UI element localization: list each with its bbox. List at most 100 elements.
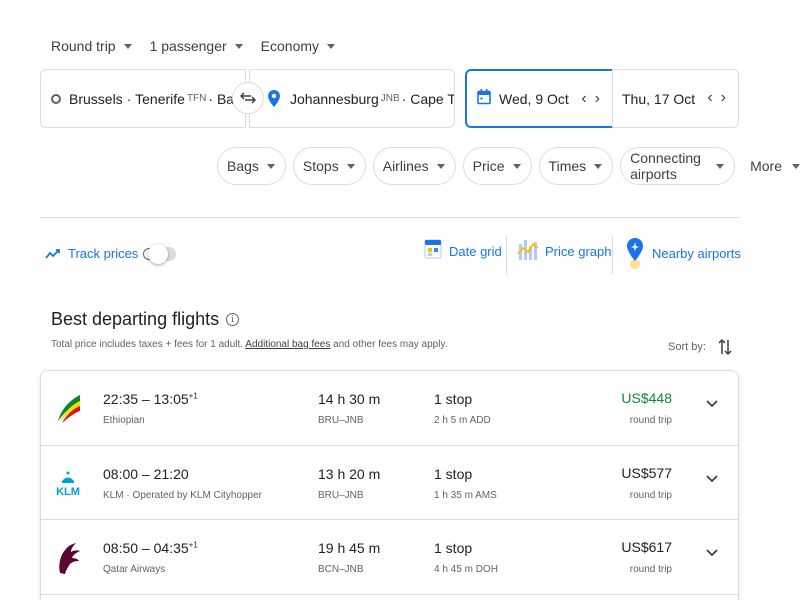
- flight-price: US$617: [621, 539, 672, 555]
- flight-times: 08:00 – 21:20: [103, 465, 189, 482]
- separator-dot: ·: [208, 90, 217, 107]
- swap-locations-button[interactable]: [232, 82, 264, 114]
- layover-info: 2 h 5 m ADD: [434, 415, 491, 426]
- swap-arrows-icon: [240, 92, 256, 104]
- departure-date-field[interactable]: Wed, 9 Oct ‹ ›: [465, 69, 614, 128]
- chevron-left-icon[interactable]: ‹: [707, 89, 712, 107]
- return-date: Thu, 17 Oct: [622, 90, 696, 107]
- svg-text:KLM: KLM: [56, 486, 80, 498]
- flight-route: BCN–JNB: [318, 564, 364, 575]
- flight-duration: 13 h 20 m: [318, 465, 381, 482]
- chevron-down-icon: [716, 163, 725, 169]
- chevron-down-icon: [327, 43, 336, 49]
- chevron-left-icon[interactable]: ‹: [581, 90, 586, 108]
- price-graph-label: Price graph: [545, 243, 612, 259]
- flight-duration: 14 h 30 m: [318, 391, 381, 407]
- origin-field[interactable]: Brussels · Tenerife TFN · Barcel…: [40, 69, 246, 128]
- chevron-down-icon: [792, 163, 800, 169]
- departure-date: Wed, 9 Oct: [499, 90, 569, 107]
- flight-stops: 1 stop: [434, 391, 473, 407]
- more-label: More: [750, 158, 782, 174]
- bag-fees-link[interactable]: Additional bag fees: [245, 339, 330, 350]
- expand-chevron-icon[interactable]: [706, 549, 718, 557]
- trip-type-select[interactable]: Round trip: [51, 38, 132, 54]
- chevron-right-icon[interactable]: ›: [721, 89, 726, 107]
- track-prices[interactable]: Track prices i: [45, 246, 156, 261]
- price-disclaimer: Total price includes taxes + fees for 1 …: [51, 339, 447, 350]
- separator-dot: ·: [401, 90, 411, 107]
- passengers-label: 1 passenger: [149, 38, 227, 54]
- info-icon[interactable]: i: [226, 313, 240, 326]
- cabin-select[interactable]: Economy: [260, 38, 336, 54]
- chevron-down-icon: [266, 163, 275, 169]
- trend-line-icon: [45, 248, 60, 259]
- results-heading: Best departing flights i: [51, 309, 240, 330]
- date-stepper: ‹ ›: [581, 90, 600, 108]
- price-graph-icon: [517, 240, 539, 260]
- nearby-airports-label: Nearby airports: [652, 245, 741, 261]
- flight-price: US$577: [621, 464, 672, 481]
- track-prices-toggle[interactable]: [148, 244, 176, 264]
- price-graph-button[interactable]: Price graph: [517, 236, 611, 266]
- filter-chip-bags[interactable]: Bags: [217, 147, 286, 185]
- sort-arrows-icon: [718, 338, 732, 356]
- filter-chip-airlines[interactable]: Airlines: [372, 147, 456, 185]
- date-stepper: ‹ ›: [707, 89, 726, 107]
- ethiopian-logo-icon: [53, 392, 83, 426]
- return-date-field[interactable]: Thu, 17 Oct ‹ ›: [612, 69, 739, 128]
- flight-row[interactable]: KLM 08:00 – 21:20 KLM · Operated by KLM …: [41, 445, 738, 520]
- filter-chip-price[interactable]: Price: [462, 147, 532, 185]
- filter-label: Price: [472, 158, 505, 174]
- nearby-airports-button[interactable]: Nearby airports: [625, 236, 741, 270]
- flight-stops: 1 stop: [434, 540, 473, 556]
- flight-times: 08:50 – 04:35+1: [103, 540, 198, 556]
- date-grid-icon: [424, 239, 442, 259]
- chevron-down-icon: [436, 163, 445, 169]
- price-type: round trip: [629, 564, 672, 575]
- depart-time: 08:00: [103, 465, 139, 482]
- passengers-select[interactable]: 1 passenger: [150, 38, 243, 54]
- filter-chip-stops[interactable]: Stops: [292, 147, 366, 185]
- nearby-airports-icon: [627, 238, 643, 269]
- filter-chip-times[interactable]: Times: [538, 147, 614, 185]
- arrive-time: 04:35: [153, 540, 189, 556]
- flight-price: US$448: [621, 390, 672, 406]
- calendar-icon: [477, 89, 491, 105]
- divider: [40, 217, 739, 218]
- flight-route: BRU–JNB: [318, 489, 364, 501]
- flight-route: BRU–JNB: [318, 415, 364, 426]
- sort-by-label: Sort by:: [668, 341, 706, 353]
- flight-stops: 1 stop: [434, 465, 473, 482]
- flight-row[interactable]: 08:50 – 04:35+1 Qatar Airways 19 h 45 m …: [41, 520, 738, 595]
- location-pin-icon: [268, 90, 280, 107]
- airline-name: Qatar Airways: [103, 564, 166, 575]
- arrive-time: 13:05: [153, 391, 189, 407]
- tool-separator: [612, 236, 613, 274]
- chevron-right-icon[interactable]: ›: [595, 90, 600, 108]
- airline-name: Ethiopian: [103, 415, 145, 426]
- plus-days: +1: [188, 391, 198, 401]
- depart-time: 22:35: [103, 391, 139, 407]
- flight-row[interactable]: 22:35 – 13:05+1 Ethiopian 14 h 30 m BRU–…: [41, 371, 738, 446]
- filter-chip-connecting-airports[interactable]: Connecting airports: [620, 147, 736, 185]
- cabin-label: Economy: [260, 38, 320, 54]
- destination-field[interactable]: Johannesburg JNB · Cape Tow…: [249, 69, 455, 128]
- expand-chevron-icon[interactable]: [706, 474, 718, 483]
- date-grid-label: Date grid: [449, 243, 502, 259]
- filter-label: Stops: [302, 158, 339, 174]
- flight-times: 22:35 – 13:05+1: [103, 391, 198, 407]
- destination-code-1: JNB: [380, 93, 400, 104]
- sort-by-control[interactable]: Sort by:: [668, 338, 732, 356]
- plus-days: +1: [188, 540, 198, 550]
- date-grid-button[interactable]: Date grid: [423, 236, 502, 266]
- arrive-time: 21:20: [153, 465, 189, 482]
- more-filters-button[interactable]: More: [742, 147, 800, 185]
- layover-info: 1 h 35 m AMS: [434, 489, 497, 501]
- origin-code-2: TFN: [186, 93, 207, 104]
- trip-options: Round trip 1 passenger Economy: [51, 38, 353, 54]
- chevron-down-icon: [123, 43, 132, 49]
- chevron-down-icon: [512, 163, 521, 169]
- expand-chevron-icon[interactable]: [706, 400, 718, 408]
- filter-label: Airlines: [382, 158, 429, 174]
- origin-circle-icon: [51, 93, 61, 104]
